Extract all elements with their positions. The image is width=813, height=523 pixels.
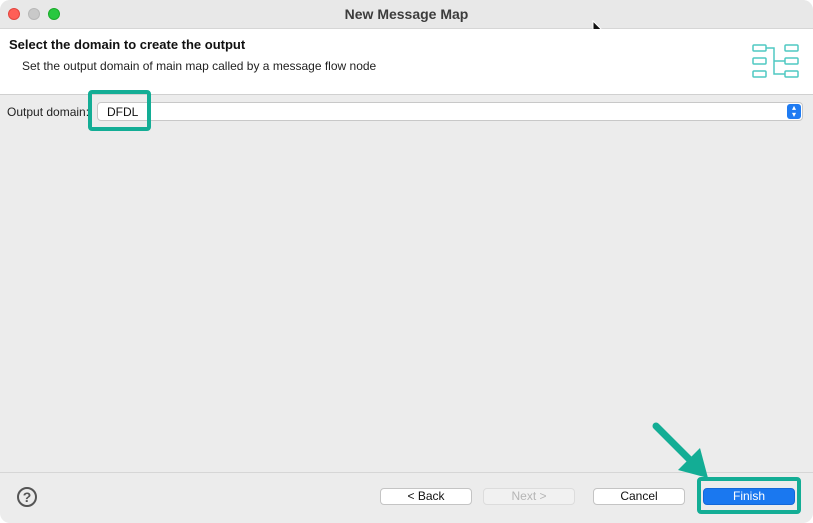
window-title: New Message Map xyxy=(344,6,469,22)
wizard-header: Select the domain to create the output S… xyxy=(0,29,813,95)
map-structure-icon xyxy=(752,44,799,78)
annotation-arrow-icon xyxy=(652,422,708,478)
next-button[interactable]: Next > xyxy=(483,488,575,505)
output-domain-select[interactable]: DFDL ▴ ▾ xyxy=(97,102,803,121)
help-icon[interactable]: ? xyxy=(17,487,37,507)
chevron-updown-icon: ▴ ▾ xyxy=(787,104,801,119)
new-message-map-dialog: New Message Map Select the domain to cre… xyxy=(0,0,813,523)
title-bar: New Message Map xyxy=(0,0,813,29)
output-domain-label: Output domain: xyxy=(7,105,90,119)
wizard-page-description: Set the output domain of main map called… xyxy=(22,59,377,73)
wizard-page-title: Select the domain to create the output xyxy=(9,37,246,52)
cancel-button[interactable]: Cancel xyxy=(593,488,685,505)
annotation-highlight-domain xyxy=(88,90,151,131)
back-button[interactable]: < Back xyxy=(380,488,472,505)
